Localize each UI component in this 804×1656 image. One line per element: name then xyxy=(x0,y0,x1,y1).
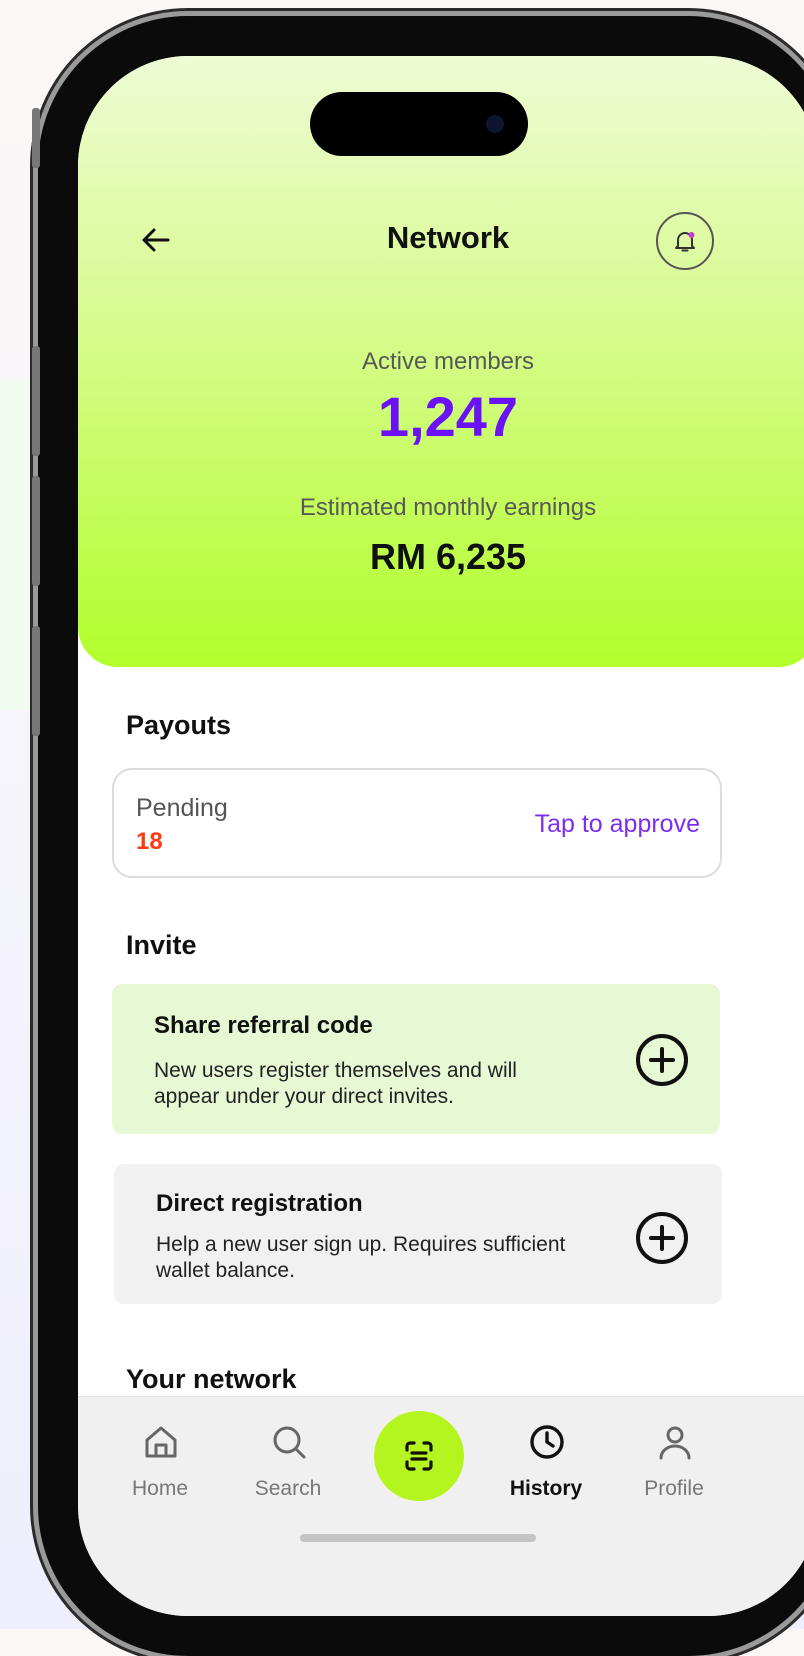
tab-home[interactable]: Home xyxy=(100,1397,220,1517)
plus-circle-icon[interactable] xyxy=(634,1032,690,1088)
tab-home-label: Home xyxy=(131,1477,189,1500)
screen: Network Active members 1,247 Estimated m… xyxy=(78,56,804,1616)
approve-link[interactable]: Tap to approve xyxy=(535,810,700,839)
active-members-label: Active members xyxy=(361,348,535,375)
phone-frame: Network Active members 1,247 Estimated m… xyxy=(32,16,804,1656)
summary-header: Network Active members 1,247 Estimated m… xyxy=(78,56,804,667)
tab-history[interactable]: History xyxy=(486,1397,606,1517)
bottom-tab-bar: Home Search History Profile xyxy=(78,1396,804,1616)
tab-history-label: History xyxy=(509,1477,583,1500)
side-button xyxy=(32,626,40,736)
scan-button[interactable] xyxy=(374,1411,464,1501)
pending-count: 18 xyxy=(136,828,163,855)
action-button xyxy=(32,108,40,168)
share-referral-title: Share referral code xyxy=(154,1012,373,1039)
volume-up-button xyxy=(32,346,40,456)
notification-button[interactable] xyxy=(656,212,714,270)
direct-registration-description: Help a new user sign up. Requires suffic… xyxy=(156,1233,566,1282)
your-network-heading: Your network xyxy=(126,1364,297,1394)
clock-icon xyxy=(530,1425,564,1459)
plus-circle-icon[interactable] xyxy=(634,1210,690,1266)
payouts-heading: Payouts xyxy=(126,710,232,740)
invite-heading: Invite xyxy=(126,930,197,960)
direct-registration-card[interactable]: Direct registration Help a new user sign… xyxy=(114,1164,722,1304)
tab-profile-label: Profile xyxy=(644,1477,704,1500)
active-members-value: 1,247 xyxy=(377,385,519,448)
search-icon xyxy=(273,1426,306,1459)
earnings-value: RM 6,235 xyxy=(369,536,527,577)
volume-down-button xyxy=(32,476,40,586)
tab-profile[interactable]: Profile xyxy=(614,1397,734,1517)
scan-icon xyxy=(405,1441,433,1471)
share-referral-description: New users register themselves and will a… xyxy=(154,1059,517,1108)
earnings-label: Estimated monthly earnings xyxy=(299,494,597,521)
tab-search-label: Search xyxy=(254,1477,322,1500)
user-icon xyxy=(659,1426,691,1460)
bell-icon xyxy=(675,232,695,252)
pending-label: Pending xyxy=(136,794,228,822)
camera-dot xyxy=(486,115,504,133)
pending-payouts-card[interactable]: Pending 18 Tap to approve xyxy=(112,768,722,878)
home-icon xyxy=(145,1426,177,1458)
tab-search[interactable]: Search xyxy=(228,1397,348,1517)
home-indicator xyxy=(300,1534,536,1542)
share-referral-card[interactable]: Share referral code New users register t… xyxy=(112,984,720,1134)
direct-registration-title: Direct registration xyxy=(156,1190,363,1217)
